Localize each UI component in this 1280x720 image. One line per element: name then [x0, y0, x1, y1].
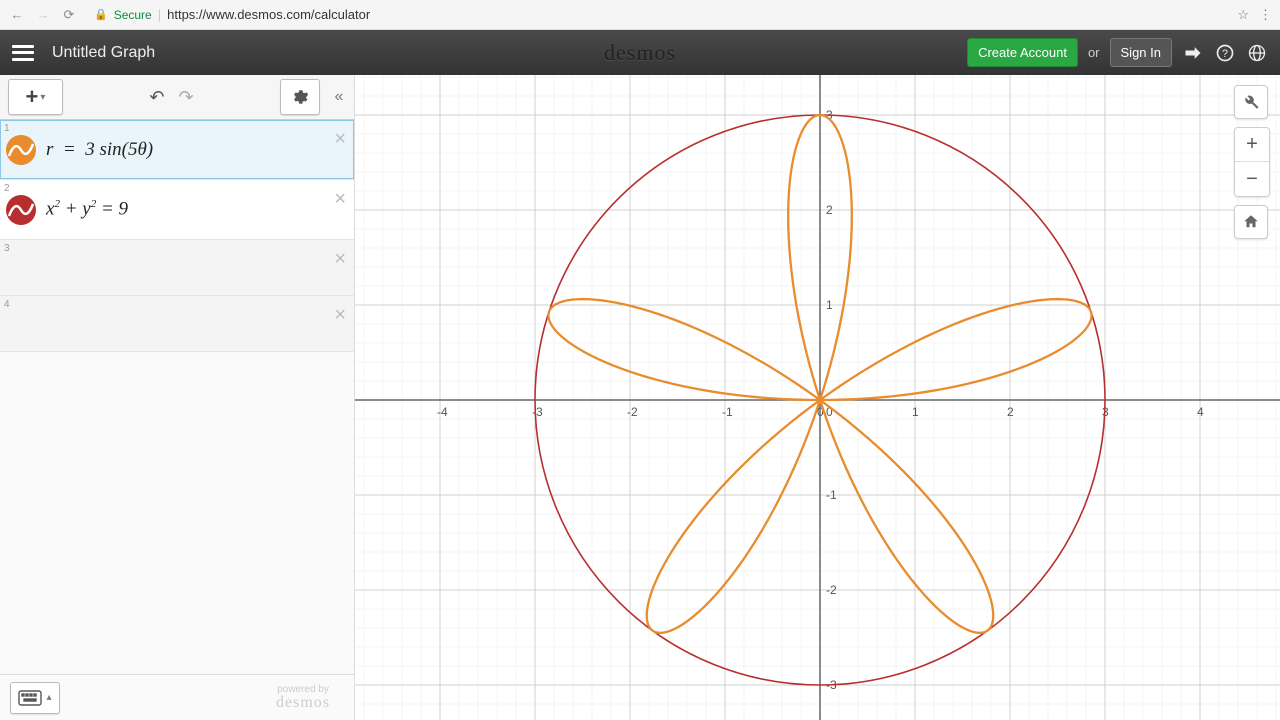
kebab-icon[interactable]: ⋮	[1259, 7, 1272, 23]
expression-text[interactable]: r = 3 sin(5θ)	[46, 139, 153, 161]
delete-expression-icon[interactable]: ×	[334, 248, 346, 271]
delete-expression-icon[interactable]: ×	[334, 188, 346, 211]
graph-controls: + −	[1234, 85, 1270, 239]
graph-svg: -4-3-2-101234-3-2-11230	[355, 75, 1280, 720]
home-button[interactable]	[1234, 205, 1268, 239]
graph-canvas[interactable]: -4-3-2-101234-3-2-11230 + −	[355, 75, 1280, 720]
svg-text:-3: -3	[532, 405, 543, 419]
forward-icon[interactable]: →	[34, 6, 52, 24]
create-account-button[interactable]: Create Account	[967, 38, 1078, 67]
expression-row[interactable]: 4×	[0, 296, 354, 352]
or-text: or	[1088, 45, 1100, 60]
expression-panel: +▾ ↶ ↷ « 1r = 3 sin(5θ)×2x2 + y2 = 9×3×4…	[0, 75, 355, 720]
undo-icon[interactable]: ↶	[149, 87, 164, 108]
svg-text:2: 2	[1007, 405, 1014, 419]
row-index: 4	[4, 299, 10, 310]
expression-row[interactable]: 3×	[0, 240, 354, 296]
star-icon[interactable]: ☆	[1237, 7, 1249, 23]
sidebar-footer: ▴ powered by desmos	[0, 674, 354, 720]
secure-label: Secure	[114, 8, 152, 22]
back-icon[interactable]: ←	[8, 6, 26, 24]
svg-text:-1: -1	[722, 405, 733, 419]
wrench-icon[interactable]	[1234, 85, 1268, 119]
settings-button[interactable]	[280, 79, 320, 115]
help-icon[interactable]: ?	[1214, 42, 1236, 64]
browser-chrome: ← → ⟳ 🔒 Secure | https://www.desmos.com/…	[0, 0, 1280, 30]
row-index: 2	[4, 183, 10, 194]
svg-text:-2: -2	[826, 583, 837, 597]
app-header: Untitled Graph desmos Create Account or …	[0, 30, 1280, 75]
brand-logo: desmos	[604, 40, 676, 66]
expression-toolbar: +▾ ↶ ↷ «	[0, 75, 354, 120]
svg-text:4: 4	[1197, 405, 1204, 419]
sign-in-button[interactable]: Sign In	[1110, 38, 1172, 67]
expression-text[interactable]: x2 + y2 = 9	[46, 198, 128, 220]
svg-text:-1: -1	[826, 488, 837, 502]
curve-color-icon[interactable]	[6, 135, 36, 165]
row-index: 1	[4, 123, 10, 134]
delete-expression-icon[interactable]: ×	[334, 304, 346, 327]
collapse-panel-icon[interactable]: «	[324, 79, 354, 115]
zoom-in-button[interactable]: +	[1235, 128, 1269, 162]
expression-row[interactable]: 2 x2 + y2 = 9 ×	[0, 180, 354, 240]
keypad-button[interactable]: ▴	[10, 682, 60, 714]
svg-text:-4: -4	[437, 405, 448, 419]
powered-by: powered by desmos	[276, 685, 330, 711]
share-icon[interactable]	[1182, 42, 1204, 64]
svg-text:2: 2	[826, 203, 833, 217]
svg-text:?: ?	[1222, 48, 1228, 60]
row-index: 3	[4, 243, 10, 254]
reload-icon[interactable]: ⟳	[60, 6, 78, 24]
url-text: https://www.desmos.com/calculator	[167, 7, 370, 22]
zoom-out-button[interactable]: −	[1235, 162, 1269, 196]
address-bar[interactable]: 🔒 Secure | https://www.desmos.com/calcul…	[86, 7, 1229, 22]
delete-expression-icon[interactable]: ×	[334, 128, 346, 151]
expression-list: 1r = 3 sin(5θ)×2x2 + y2 = 9×3×4×	[0, 120, 354, 674]
globe-icon[interactable]	[1246, 42, 1268, 64]
expression-row[interactable]: 1 r = 3 sin(5θ) ×	[0, 120, 354, 180]
lock-icon: 🔒	[94, 8, 108, 21]
menu-icon[interactable]	[12, 45, 34, 61]
svg-text:1: 1	[826, 298, 833, 312]
svg-text:-2: -2	[627, 405, 638, 419]
add-expression-button[interactable]: +▾	[8, 79, 63, 115]
redo-icon: ↷	[179, 87, 194, 108]
curve-color-icon[interactable]	[6, 195, 36, 225]
svg-text:1: 1	[912, 405, 919, 419]
graph-title[interactable]: Untitled Graph	[52, 44, 155, 62]
